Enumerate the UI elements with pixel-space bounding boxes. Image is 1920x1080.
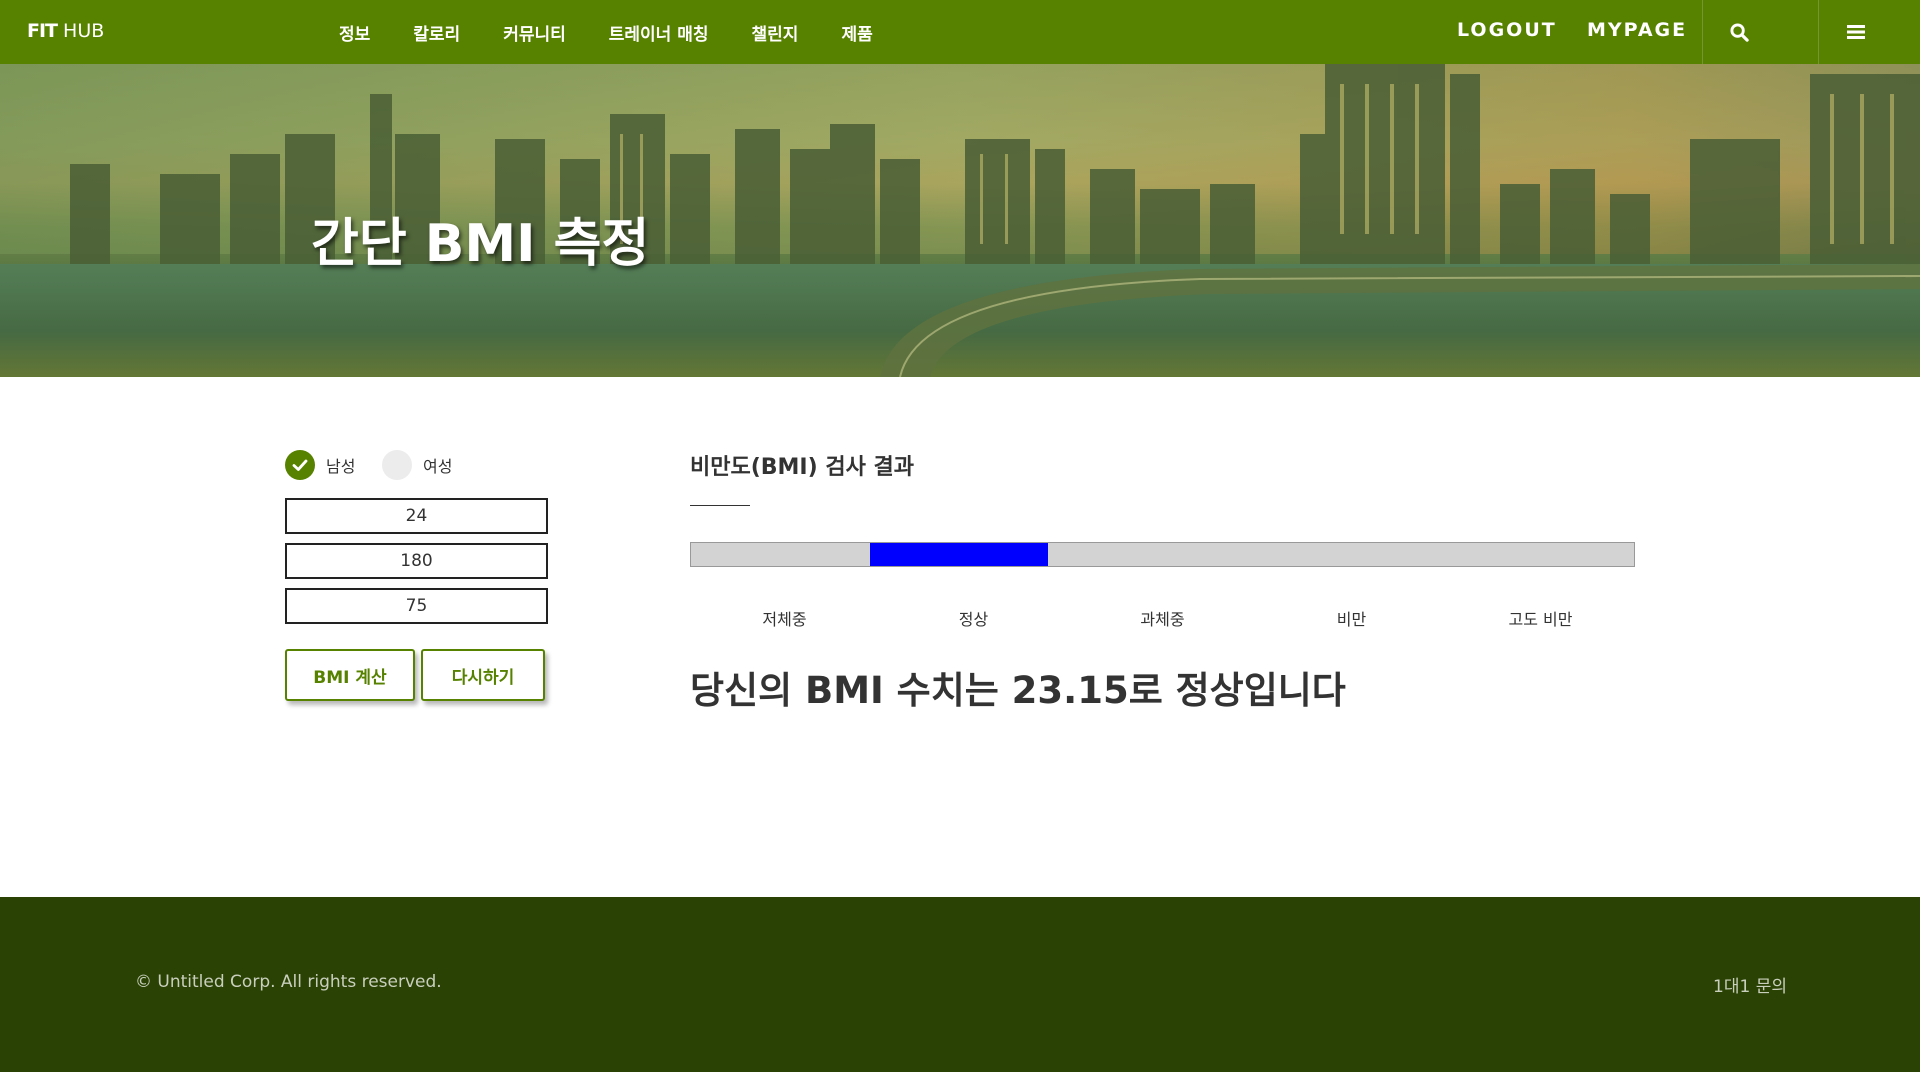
top-navbar: FIT HUB 정보 칼로리 커뮤니티 트레이너 매칭 챌린지 제품 LOGOU…	[0, 0, 1920, 64]
nav-item-challenge[interactable]: 챌린지	[752, 20, 799, 45]
weight-input[interactable]	[285, 588, 548, 624]
result-divider	[690, 505, 750, 506]
hamburger-menu-icon	[1847, 25, 1865, 39]
check-icon[interactable]	[285, 450, 315, 480]
gender-male-label: 남성	[326, 457, 356, 476]
nav-item-products[interactable]: 제품	[841, 20, 872, 45]
radio-unchecked-icon[interactable]	[382, 450, 412, 480]
category-obese: 비만	[1336, 610, 1367, 629]
nav-divider	[1702, 0, 1703, 64]
nav-divider	[1818, 0, 1819, 64]
nav-item-trainer-matching[interactable]: 트레이너 매칭	[609, 20, 709, 45]
hero-overlay	[0, 64, 1920, 377]
gender-female-option[interactable]: 여성	[382, 450, 452, 480]
result-title: 비만도(BMI) 검사 결과	[690, 455, 914, 480]
mypage-link[interactable]: MYPAGE	[1587, 19, 1687, 41]
brand-logo-rest: HUB	[57, 20, 105, 42]
copyright-text: © Untitled Corp. All rights reserved.	[135, 972, 442, 992]
reset-button[interactable]: 다시하기	[421, 649, 545, 701]
nav-item-calorie[interactable]: 칼로리	[413, 20, 460, 45]
nav-item-community[interactable]: 커뮤니티	[503, 20, 566, 45]
bmi-active-segment	[869, 543, 1048, 566]
gender-female-label: 여성	[423, 457, 453, 476]
inquiry-link[interactable]: 1대1 문의	[1713, 972, 1787, 997]
height-input[interactable]	[285, 543, 548, 579]
gender-male-option[interactable]: 남성	[285, 450, 355, 480]
age-input[interactable]	[285, 498, 548, 534]
page-title: 간단 BMI 측정	[311, 214, 650, 274]
category-normal: 정상	[958, 610, 989, 629]
search-button[interactable]	[1709, 0, 1769, 64]
bmi-category-labels: 저체중 정상 과체중 비만 고도 비만	[690, 606, 1635, 630]
hero-banner: 간단 BMI 측정	[0, 64, 1920, 377]
bmi-range-bar	[690, 542, 1635, 567]
brand-logo-bold: FIT	[27, 20, 58, 42]
search-icon	[1729, 22, 1749, 42]
site-footer: © Untitled Corp. All rights reserved. 1대…	[0, 897, 1920, 1072]
main-nav-menu: 정보 칼로리 커뮤니티 트레이너 매칭 챌린지 제품	[339, 20, 916, 45]
bmi-result-message: 당신의 BMI 수치는 23.15로 정상입니다	[690, 669, 1346, 712]
hamburger-menu-button[interactable]	[1826, 0, 1886, 64]
bmi-calculate-button[interactable]: BMI 계산	[285, 649, 415, 701]
category-underweight: 저체중	[762, 610, 807, 629]
logout-link[interactable]: LOGOUT	[1457, 19, 1557, 41]
category-overweight: 과체중	[1140, 610, 1185, 629]
brand-logo[interactable]: FIT HUB	[27, 20, 104, 42]
nav-item-info[interactable]: 정보	[339, 20, 370, 45]
category-severely-obese: 고도 비만	[1508, 610, 1573, 629]
